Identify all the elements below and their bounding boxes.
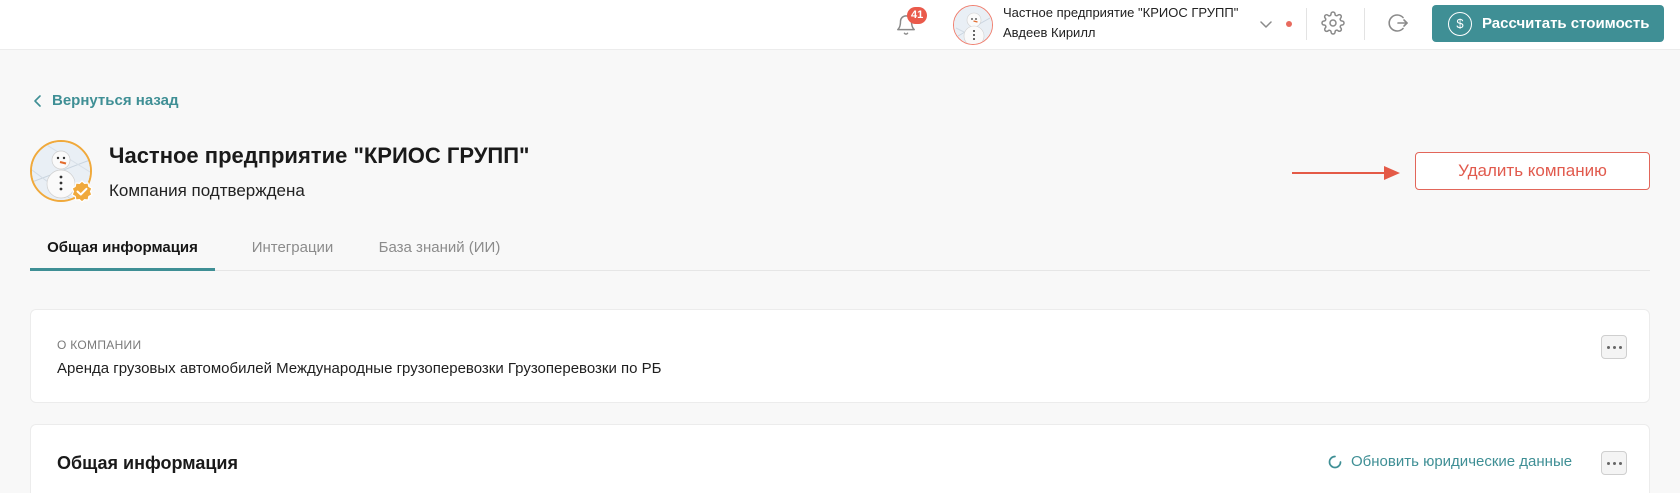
tab-knowledge-base[interactable]: База знаний (ИИ) [372,228,507,271]
notifications-badge: 41 [907,7,928,24]
tab-general-info[interactable]: Общая информация [30,228,215,271]
company-status: Компания подтверждена [109,181,305,200]
gear-icon [1321,11,1345,35]
back-link[interactable]: Вернуться назад [32,92,178,109]
user-avatar [953,5,993,45]
company-logo [30,140,93,203]
more-dots-icon [1606,345,1610,349]
more-dots-icon [1606,461,1610,465]
top-bar: 41 Частное предприятие "КРИОС ГРУПП" Авд… [0,0,1680,50]
settings-button[interactable] [1321,11,1347,37]
refresh-legal-data-link[interactable]: Обновить юридические данные [1327,453,1572,470]
dollar-icon: $ [1448,11,1472,36]
about-more-button[interactable] [1601,335,1627,359]
status-dot [1286,21,1292,27]
tabs: Общая информация Интеграции База знаний … [30,228,1650,271]
verified-check-icon [71,180,93,203]
about-company-text: Аренда грузовых автомобилей Международны… [57,360,662,377]
calculate-cost-button[interactable]: $ Рассчитать стоимость [1432,5,1664,42]
user-name: Авдеев Кирилл [1003,25,1096,40]
chevron-left-icon [34,94,41,107]
refresh-legal-data-label: Обновить юридические данные [1351,453,1573,470]
annotation-arrow-icon [1292,166,1400,180]
divider [1364,8,1365,40]
calculate-cost-label: Рассчитать стоимость [1482,15,1650,32]
general-info-title: Общая информация [57,453,238,473]
user-company-name: Частное предприятие "КРИОС ГРУПП" [1003,5,1239,20]
logout-icon [1388,14,1408,32]
refresh-icon [1328,455,1342,468]
user-menu[interactable]: Частное предприятие "КРИОС ГРУПП" Авдеев… [953,3,1303,47]
about-company-card: О компании Аренда грузовых автомобилей М… [30,309,1650,403]
general-info-card: Общая информация Обновить юридические да… [30,424,1650,493]
notifications-button[interactable]: 41 [893,7,928,40]
tab-integrations[interactable]: Интеграции [230,228,355,271]
back-link-label: Вернуться назад [52,92,179,109]
logout-button[interactable] [1386,11,1412,37]
delete-company-button[interactable]: Удалить компанию [1415,152,1650,190]
page-title: Частное предприятие "КРИОС ГРУПП" [109,143,530,168]
general-more-button[interactable] [1601,451,1627,475]
about-company-label: О компании [57,338,142,352]
divider [1306,8,1307,40]
chevron-down-icon [1260,21,1272,28]
